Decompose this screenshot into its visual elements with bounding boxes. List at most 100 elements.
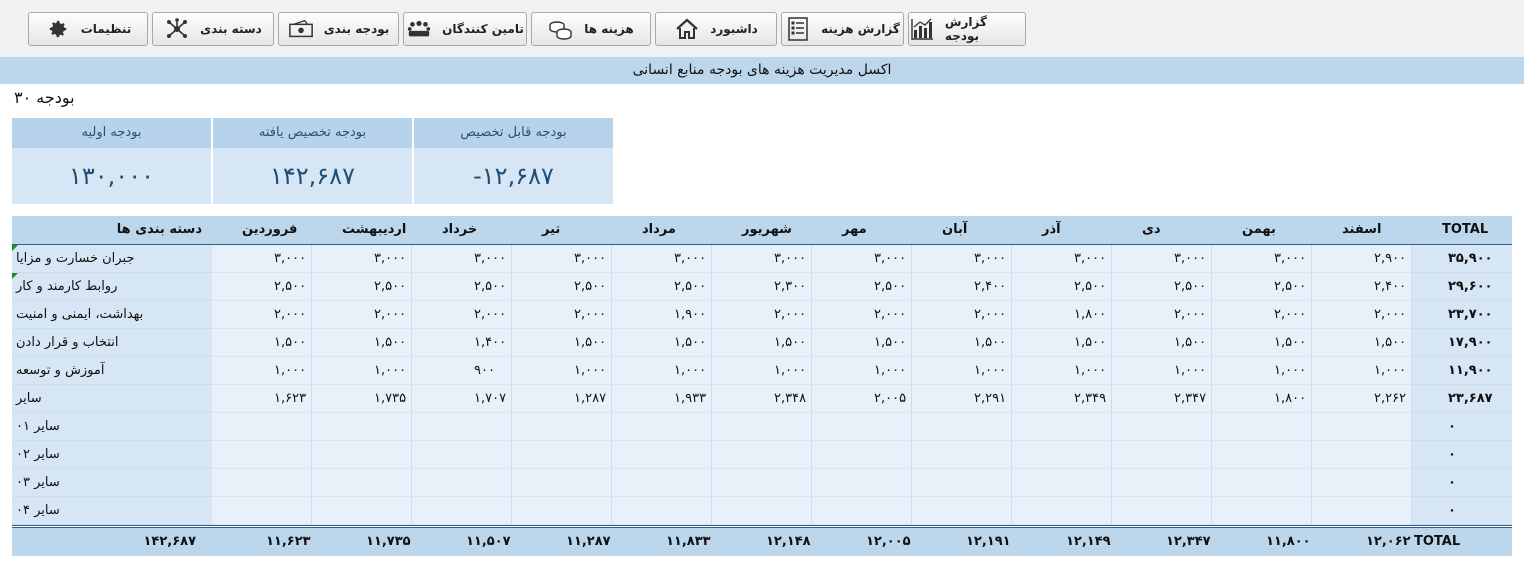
month-value-cell[interactable]: ۲,۰۰۰ bbox=[812, 301, 912, 329]
month-value-cell[interactable]: ۳,۰۰۰ bbox=[1012, 245, 1112, 273]
month-value-cell[interactable] bbox=[912, 469, 1012, 497]
month-value-cell[interactable]: ۱,۰۰۰ bbox=[312, 357, 412, 385]
month-value-cell[interactable]: ۲,۰۰۰ bbox=[712, 301, 812, 329]
month-value-cell[interactable]: ۳,۰۰۰ bbox=[312, 245, 412, 273]
month-value-cell[interactable]: ۱,۶۲۳ bbox=[212, 385, 312, 413]
month-value-cell[interactable]: ۲,۵۰۰ bbox=[812, 273, 912, 301]
month-value-cell[interactable]: ۳,۰۰۰ bbox=[1212, 245, 1312, 273]
month-value-cell[interactable]: ۱,۰۰۰ bbox=[612, 357, 712, 385]
month-value-cell[interactable] bbox=[312, 413, 412, 441]
month-value-cell[interactable]: ۱,۵۰۰ bbox=[512, 329, 612, 357]
month-value-cell[interactable]: ۲,۳۴۷ bbox=[1112, 385, 1212, 413]
month-value-cell[interactable]: ۱,۵۰۰ bbox=[212, 329, 312, 357]
month-value-cell[interactable] bbox=[1212, 441, 1312, 469]
month-value-cell[interactable] bbox=[1112, 413, 1212, 441]
month-value-cell[interactable] bbox=[712, 497, 812, 525]
month-value-cell[interactable] bbox=[212, 441, 312, 469]
month-value-cell[interactable] bbox=[512, 497, 612, 525]
month-value-cell[interactable] bbox=[1112, 469, 1212, 497]
month-value-cell[interactable]: ۱,۰۰۰ bbox=[1112, 357, 1212, 385]
month-value-cell[interactable]: ۱,۵۰۰ bbox=[312, 329, 412, 357]
toolbar-button-1[interactable]: تنظیمات bbox=[28, 12, 148, 46]
toolbar-button-8[interactable]: گزارش بودجه bbox=[908, 12, 1026, 46]
month-value-cell[interactable]: ۳,۰۰۰ bbox=[512, 245, 612, 273]
month-value-cell[interactable] bbox=[1112, 497, 1212, 525]
month-value-cell[interactable] bbox=[212, 413, 312, 441]
month-value-cell[interactable]: ۱,۰۰۰ bbox=[912, 357, 1012, 385]
month-value-cell[interactable]: ۲,۲۶۲ bbox=[1312, 385, 1412, 413]
month-value-cell[interactable]: ۲,۳۴۸ bbox=[712, 385, 812, 413]
month-value-cell[interactable]: ۱,۲۸۷ bbox=[512, 385, 612, 413]
month-value-cell[interactable] bbox=[412, 469, 512, 497]
toolbar-button-5[interactable]: هزینه ها bbox=[531, 12, 651, 46]
month-value-cell[interactable] bbox=[1212, 469, 1312, 497]
month-value-cell[interactable] bbox=[1012, 497, 1112, 525]
month-value-cell[interactable]: ۱,۵۰۰ bbox=[1112, 329, 1212, 357]
month-value-cell[interactable]: ۲,۵۰۰ bbox=[1212, 273, 1312, 301]
month-value-cell[interactable]: ۲,۵۰۰ bbox=[312, 273, 412, 301]
month-value-cell[interactable] bbox=[212, 469, 312, 497]
month-value-cell[interactable] bbox=[1012, 469, 1112, 497]
month-value-cell[interactable]: ۲,۰۰۰ bbox=[1212, 301, 1312, 329]
toolbar-button-2[interactable]: دسته بندی bbox=[152, 12, 274, 46]
month-value-cell[interactable]: ۱,۵۰۰ bbox=[1012, 329, 1112, 357]
month-value-cell[interactable] bbox=[1212, 413, 1312, 441]
month-value-cell[interactable] bbox=[1212, 497, 1312, 525]
month-value-cell[interactable]: ۱,۵۰۰ bbox=[712, 329, 812, 357]
month-value-cell[interactable]: ۱,۰۰۰ bbox=[212, 357, 312, 385]
month-value-cell[interactable]: ۲,۵۰۰ bbox=[1112, 273, 1212, 301]
month-value-cell[interactable]: ۲,۵۰۰ bbox=[1012, 273, 1112, 301]
month-value-cell[interactable] bbox=[612, 469, 712, 497]
month-value-cell[interactable]: ۱,۵۰۰ bbox=[1212, 329, 1312, 357]
comment-indicator-icon[interactable] bbox=[12, 245, 18, 251]
month-value-cell[interactable]: ۱,۸۰۰ bbox=[1212, 385, 1312, 413]
month-value-cell[interactable] bbox=[412, 441, 512, 469]
month-value-cell[interactable]: ۳,۰۰۰ bbox=[212, 245, 312, 273]
toolbar-button-6[interactable]: داشبورد bbox=[655, 12, 777, 46]
month-value-cell[interactable] bbox=[512, 413, 612, 441]
month-value-cell[interactable]: ۲,۳۰۰ bbox=[712, 273, 812, 301]
month-value-cell[interactable]: ۲,۵۰۰ bbox=[412, 273, 512, 301]
month-value-cell[interactable]: ۱,۰۰۰ bbox=[1012, 357, 1112, 385]
month-value-cell[interactable] bbox=[812, 497, 912, 525]
month-value-cell[interactable] bbox=[412, 497, 512, 525]
month-value-cell[interactable] bbox=[812, 469, 912, 497]
month-value-cell[interactable] bbox=[312, 441, 412, 469]
month-value-cell[interactable]: ۱,۷۰۷ bbox=[412, 385, 512, 413]
month-value-cell[interactable]: ۱,۵۰۰ bbox=[1312, 329, 1412, 357]
month-value-cell[interactable] bbox=[512, 469, 612, 497]
month-value-cell[interactable]: ۲,۰۰۰ bbox=[412, 301, 512, 329]
month-value-cell[interactable]: ۱,۵۰۰ bbox=[912, 329, 1012, 357]
month-value-cell[interactable] bbox=[1312, 441, 1412, 469]
month-value-cell[interactable] bbox=[212, 497, 312, 525]
month-value-cell[interactable]: ۳,۰۰۰ bbox=[912, 245, 1012, 273]
month-value-cell[interactable]: ۲,۵۰۰ bbox=[512, 273, 612, 301]
month-value-cell[interactable]: ۲,۳۴۹ bbox=[1012, 385, 1112, 413]
month-value-cell[interactable] bbox=[1012, 441, 1112, 469]
month-value-cell[interactable] bbox=[912, 413, 1012, 441]
month-value-cell[interactable] bbox=[712, 469, 812, 497]
month-value-cell[interactable] bbox=[1112, 441, 1212, 469]
month-value-cell[interactable]: ۳,۰۰۰ bbox=[1112, 245, 1212, 273]
month-value-cell[interactable]: ۱,۵۰۰ bbox=[812, 329, 912, 357]
month-value-cell[interactable] bbox=[712, 413, 812, 441]
month-value-cell[interactable] bbox=[312, 497, 412, 525]
month-value-cell[interactable]: ۲,۰۰۵ bbox=[812, 385, 912, 413]
month-value-cell[interactable]: ۱,۷۳۵ bbox=[312, 385, 412, 413]
month-value-cell[interactable] bbox=[912, 441, 1012, 469]
month-value-cell[interactable]: ۱,۰۰۰ bbox=[812, 357, 912, 385]
month-value-cell[interactable]: ۲,۰۰۰ bbox=[512, 301, 612, 329]
month-value-cell[interactable]: ۲,۰۰۰ bbox=[312, 301, 412, 329]
month-value-cell[interactable] bbox=[1312, 497, 1412, 525]
month-value-cell[interactable] bbox=[1312, 413, 1412, 441]
month-value-cell[interactable]: ۲,۴۰۰ bbox=[1312, 273, 1412, 301]
toolbar-button-3[interactable]: بودجه بندی bbox=[278, 12, 399, 46]
month-value-cell[interactable] bbox=[612, 441, 712, 469]
month-value-cell[interactable]: ۳,۰۰۰ bbox=[712, 245, 812, 273]
month-value-cell[interactable] bbox=[612, 413, 712, 441]
toolbar-button-7[interactable]: گزارش هزینه bbox=[781, 12, 904, 46]
month-value-cell[interactable]: ۲,۰۰۰ bbox=[912, 301, 1012, 329]
month-value-cell[interactable]: ۱,۰۰۰ bbox=[512, 357, 612, 385]
month-value-cell[interactable]: ۱,۹۳۳ bbox=[612, 385, 712, 413]
month-value-cell[interactable]: ۲,۵۰۰ bbox=[612, 273, 712, 301]
